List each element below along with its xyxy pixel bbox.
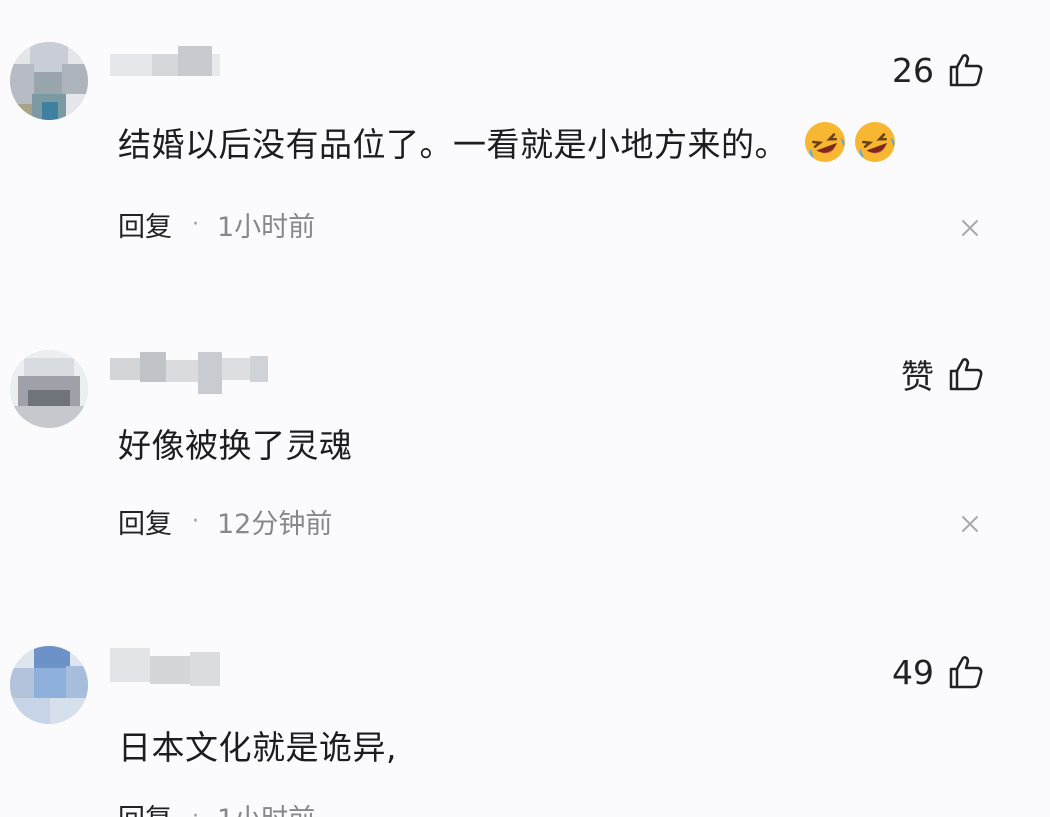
thumbs-up-icon xyxy=(948,356,984,392)
like-button[interactable]: 赞 xyxy=(901,354,984,396)
comment-time: 1小时前 xyxy=(217,797,315,817)
like-button[interactable]: 26 xyxy=(892,50,984,90)
username-blurred[interactable] xyxy=(110,646,220,690)
thumbs-up-icon xyxy=(948,52,984,88)
close-icon[interactable] xyxy=(960,514,980,534)
comment-meta: 回复 · 1小时前 xyxy=(118,204,315,244)
comment-time: 1小时前 xyxy=(217,211,316,243)
username-blurred[interactable] xyxy=(110,352,270,396)
meta-separator: · xyxy=(192,211,199,237)
comment-meta: 回复 · 12分钟前 xyxy=(118,501,332,541)
reply-button[interactable]: 回复 xyxy=(118,502,172,541)
comment-item: 26 结婚以后没有品位了。一看就是小地方来的。 回复 · 1小时前 xyxy=(0,0,1050,300)
username-blurred[interactable] xyxy=(110,40,220,84)
like-count: 赞 xyxy=(901,357,934,396)
avatar[interactable] xyxy=(10,42,88,120)
meta-separator: · xyxy=(192,803,199,817)
comment-time: 12分钟前 xyxy=(217,508,333,540)
avatar[interactable] xyxy=(10,350,88,428)
comment-text: 结婚以后没有品位了。一看就是小地方来的。 xyxy=(118,125,788,164)
laughing-emoji-icon xyxy=(852,119,898,165)
comment-text-container: 日本文化就是诡异, xyxy=(118,722,397,768)
thumbs-up-icon xyxy=(948,654,984,690)
comment-text-container: 结婚以后没有品位了。一看就是小地方来的。 xyxy=(118,118,898,166)
comment-meta: 回复 · 1小时前 xyxy=(118,796,315,817)
reply-button[interactable]: 回复 xyxy=(118,205,172,244)
like-count: 26 xyxy=(892,50,934,90)
comment-text: 日本文化就是诡异, xyxy=(118,728,397,767)
reply-button[interactable]: 回复 xyxy=(118,797,172,817)
comment-text-container: 好像被换了灵魂 xyxy=(118,420,353,466)
comment-list: 26 结婚以后没有品位了。一看就是小地方来的。 回复 · 1小时前 赞 好像被换… xyxy=(0,0,1050,817)
laughing-emoji-icon xyxy=(802,119,848,165)
meta-separator: · xyxy=(192,508,199,534)
close-icon[interactable] xyxy=(960,218,980,238)
comment-item: 49 日本文化就是诡异, 回复 · 1小时前 xyxy=(0,600,1050,817)
like-button[interactable]: 49 xyxy=(892,652,984,692)
avatar[interactable] xyxy=(10,646,88,724)
like-count: 49 xyxy=(892,652,934,692)
comment-item: 赞 好像被换了灵魂 回复 · 12分钟前 xyxy=(0,300,1050,600)
comment-text: 好像被换了灵魂 xyxy=(118,426,353,465)
